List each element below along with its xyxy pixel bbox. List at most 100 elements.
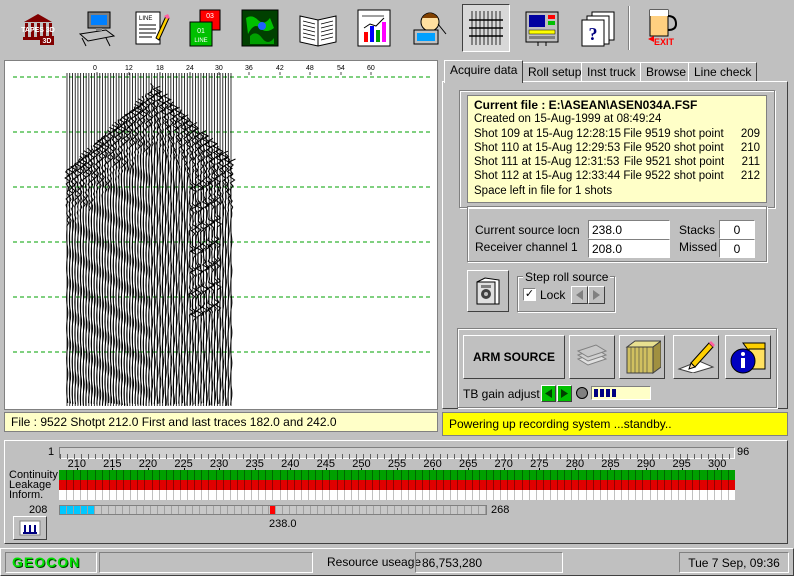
tab-browse[interactable]: Browse	[640, 62, 693, 82]
help-pages-button[interactable]: ?	[574, 4, 622, 52]
channel-cell-divider	[364, 470, 366, 480]
receiver-cell	[130, 506, 137, 514]
operator-button[interactable]	[404, 4, 452, 52]
info-button[interactable]	[725, 335, 771, 379]
gain-down-button[interactable]	[541, 385, 556, 402]
leakage-row[interactable]	[59, 480, 735, 490]
notepad-pencil-icon: LINE	[135, 11, 170, 45]
tape-records-button[interactable]	[619, 335, 665, 379]
receiver-channel-field[interactable]: 208.0	[588, 239, 670, 258]
seismic-wiggle	[89, 145, 96, 404]
channel-cell-divider	[549, 480, 551, 490]
receiver-cell	[367, 506, 375, 514]
channel-cell-divider	[350, 470, 352, 480]
roll-right-button[interactable]	[588, 286, 605, 304]
geophone-button[interactable]	[13, 516, 47, 540]
channel-cell-divider	[251, 470, 253, 480]
help-pages-icon: ?	[581, 11, 615, 47]
channel-cell-divider	[678, 470, 680, 480]
receiver-cell	[311, 506, 319, 514]
channel-cell-divider	[592, 480, 594, 490]
receiver-cell	[479, 506, 486, 514]
receiver-cell	[339, 506, 347, 514]
channel-cell-divider	[151, 490, 153, 500]
channel-cell-divider	[179, 490, 181, 500]
seismic-wiggle	[72, 160, 81, 405]
toolbar: TAPES 3D 3D LINE 03 01 LINE ? EXIT	[0, 0, 794, 58]
receiver-cell	[290, 506, 298, 514]
seismic-axis-label: 12	[125, 65, 133, 72]
receiver-end-label: 268	[491, 504, 510, 516]
survey-book-button[interactable]	[294, 4, 342, 52]
edit-notes-button[interactable]	[673, 335, 719, 379]
info-folder-icon	[730, 342, 766, 374]
channel-cell-divider	[87, 490, 89, 500]
channel-cell-divider	[606, 470, 608, 480]
channel-cell-divider	[599, 490, 601, 500]
current-file-name: Current file : E:\ASEAN\ASEN034A.FSF	[474, 98, 698, 112]
seismic-axis-label: 0	[93, 65, 97, 72]
channel-cell-divider	[165, 480, 167, 490]
channel-cell-divider	[614, 480, 616, 490]
channel-cell-divider	[535, 490, 537, 500]
channel-cell-divider	[357, 470, 359, 480]
source-location-field[interactable]: 238.0	[588, 220, 670, 239]
channel-cell-divider	[464, 490, 466, 500]
receiver-spread-bar[interactable]	[59, 505, 487, 515]
channel-cell-divider	[322, 470, 324, 480]
gain-up-button[interactable]	[557, 385, 572, 402]
tab-roll-setup[interactable]: Roll setup	[522, 62, 588, 82]
tapes-3d-logo-button[interactable]: TAPES 3D 3D	[14, 4, 62, 52]
channel-cell-divider	[656, 480, 658, 490]
stacks-field[interactable]: 0	[719, 220, 755, 239]
receiver-cell	[95, 506, 102, 514]
channel-cell-divider	[208, 490, 210, 500]
map-view-button[interactable]	[236, 4, 284, 52]
missed-field[interactable]: 0	[719, 239, 755, 258]
inform-row[interactable]	[59, 490, 735, 500]
channel-cell-divider	[379, 470, 381, 480]
receiver-cell	[465, 506, 473, 514]
computer-setup-button[interactable]	[72, 4, 120, 52]
channel-start-label: 1	[48, 446, 55, 458]
tab-line-check[interactable]: Line check	[688, 62, 758, 82]
line-notes-button[interactable]: LINE	[126, 4, 174, 52]
exit-button[interactable]: EXIT	[638, 4, 686, 52]
channel-cell-divider	[692, 480, 694, 490]
step-roll-label: Step roll source	[523, 270, 611, 284]
acquire-data-panel: Current file : E:\ASEAN\ASEN034A.FSF Cre…	[442, 81, 788, 409]
channel-cell-divider	[557, 490, 559, 500]
bar-chart-button[interactable]	[350, 4, 398, 52]
lock-checkbox[interactable]: ✓	[523, 288, 536, 301]
channel-cell-divider	[471, 490, 473, 500]
roll-left-button[interactable]	[571, 286, 588, 304]
seismic-display[interactable]: 0 12 18 24 30 36 42 48 54 60	[4, 60, 438, 410]
recorder-icon	[525, 11, 559, 46]
channel-cell-divider	[194, 470, 196, 480]
tab-acquire-data[interactable]: Acquire data	[444, 60, 524, 83]
exit-icon: EXIT	[648, 9, 678, 47]
seismic-axis-label: 60	[367, 65, 375, 72]
seismic-traces-icon	[468, 10, 504, 46]
recorder-panel-button[interactable]	[518, 4, 566, 52]
svg-text:EXIT: EXIT	[654, 37, 675, 47]
tab-bar: Acquire data Roll setup Inst truck Brows…	[442, 60, 788, 83]
channel-cell-divider	[293, 480, 295, 490]
channel-cell-divider	[308, 490, 310, 500]
stack-records-icon	[576, 344, 608, 366]
stack-records-button[interactable]	[569, 335, 615, 379]
tab-inst-truck[interactable]: Inst truck	[581, 62, 642, 82]
receiver-cell	[402, 506, 410, 514]
channel-cell-divider	[286, 490, 288, 500]
arm-source-button[interactable]: ARM SOURCE	[463, 335, 565, 379]
receiver-start-label: 208	[29, 504, 48, 516]
line-list-button[interactable]: 03 01 LINE	[182, 4, 230, 52]
channel-cell-divider	[286, 480, 288, 490]
seismic-wiggle	[124, 111, 133, 406]
seismic-display-button[interactable]	[462, 4, 510, 52]
channel-cell-divider	[528, 480, 530, 490]
continuity-row[interactable]	[59, 470, 735, 480]
source-device-button[interactable]	[467, 270, 509, 312]
channel-cell-divider	[66, 490, 68, 500]
receiver-cell	[374, 506, 382, 514]
